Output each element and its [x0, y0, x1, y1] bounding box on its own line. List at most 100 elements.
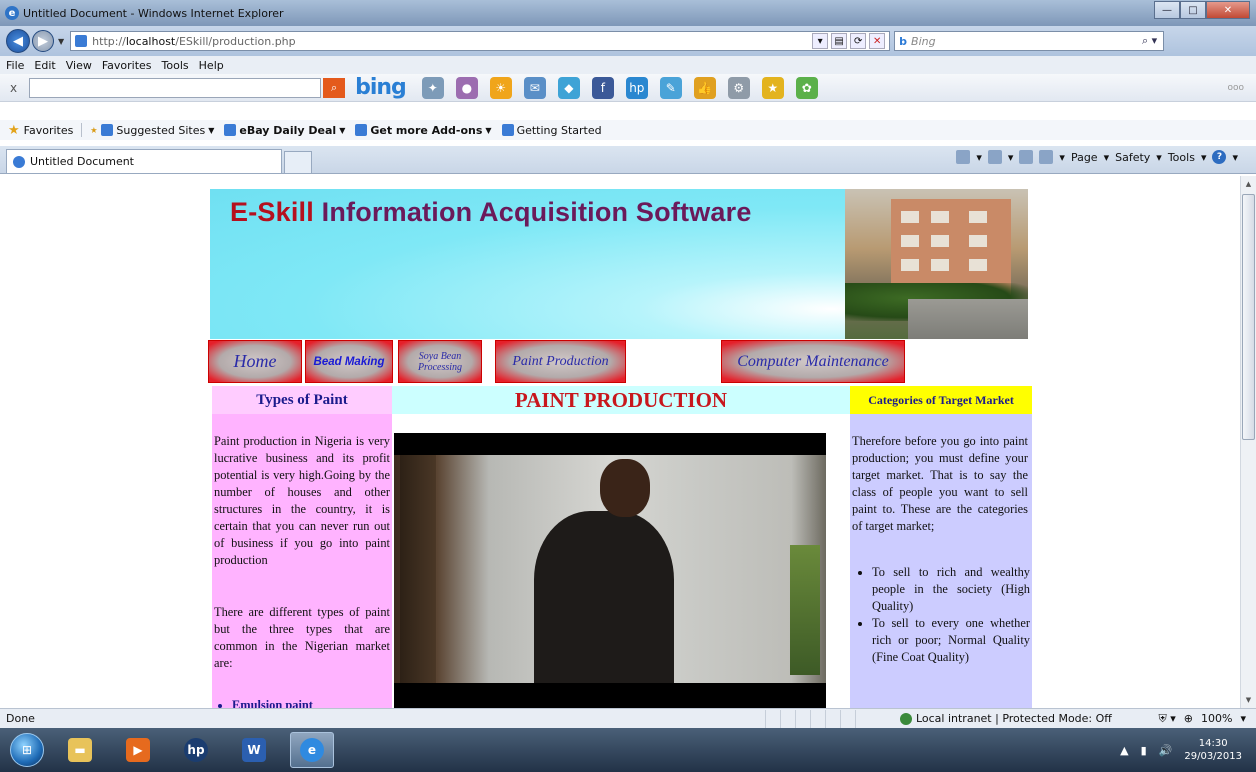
history-dropdown-icon[interactable]: ▼: [58, 37, 64, 46]
nav-home[interactable]: Home: [208, 340, 302, 383]
fav-ebay-daily-deal[interactable]: eBay Daily Deal ▼: [224, 124, 345, 137]
feeds-icon[interactable]: [987, 150, 1002, 164]
forward-button[interactable]: ▶: [32, 30, 54, 52]
menu-help[interactable]: Help: [199, 59, 224, 72]
address-bar[interactable]: http://localhost/ESkill/production.php ▾…: [70, 31, 891, 51]
start-button[interactable]: ⊞: [10, 733, 44, 767]
taskbar-hp[interactable]: hp: [174, 732, 218, 768]
tools-menu[interactable]: Tools: [1168, 151, 1195, 164]
news-icon[interactable]: ◆: [557, 76, 580, 99]
page-menu[interactable]: Page: [1071, 151, 1098, 164]
taskbar-explorer[interactable]: ▬: [58, 732, 102, 768]
fav-getting-started[interactable]: Getting Started: [501, 124, 602, 137]
print-dropdown-icon[interactable]: ▾: [1059, 151, 1065, 164]
url-scheme: http://: [92, 34, 126, 48]
menu-view[interactable]: View: [66, 59, 92, 72]
maximize-button[interactable]: □: [1180, 1, 1206, 19]
zoom-control[interactable]: ⛨ ▾ ⊕ 100% ▾: [1159, 712, 1246, 726]
chevron-down-icon: ▾: [1103, 150, 1110, 164]
vertical-scrollbar[interactable]: ▲ ▼: [1240, 176, 1256, 708]
chevron-down-icon: ▼: [208, 125, 215, 135]
games-icon[interactable]: ●: [455, 76, 478, 99]
clock-date: 29/03/2013: [1184, 751, 1242, 762]
scroll-down-icon[interactable]: ▼: [1241, 692, 1256, 708]
address-dropdown-icon[interactable]: ▾: [812, 33, 829, 49]
url-host: localhost: [125, 34, 176, 48]
compatibility-view-icon[interactable]: ▤: [831, 33, 848, 49]
mail-icon[interactable]: ✉: [523, 76, 546, 99]
search-icon[interactable]: ⌕ ▾: [1142, 34, 1157, 48]
refresh-icon[interactable]: ⟳: [850, 33, 867, 49]
like-icon[interactable]: 👍: [693, 76, 716, 99]
chevron-down-icon: ▼: [339, 125, 346, 135]
read-mail-icon[interactable]: [1019, 150, 1034, 164]
print-icon[interactable]: [1039, 150, 1054, 164]
security-zone[interactable]: Local intranet | Protected Mode: Off: [899, 712, 1112, 725]
weather-icon[interactable]: ☀: [489, 76, 512, 99]
stop-icon[interactable]: ✕: [869, 33, 886, 49]
menu-bar: File Edit View Favorites Tools Help: [0, 56, 1256, 74]
menu-file[interactable]: File: [6, 59, 24, 72]
menu-favorites[interactable]: Favorites: [102, 59, 152, 72]
tab-untitled-document[interactable]: Untitled Document: [6, 149, 282, 173]
nav-bead-making[interactable]: Bead Making: [305, 340, 393, 383]
nav-soya-bean-processing[interactable]: Soya Bean Processing: [398, 340, 482, 383]
list-item: To sell to rich and wealthy people in th…: [872, 564, 1030, 615]
toolbar-more-button[interactable]: ooo: [1227, 83, 1244, 93]
tools-icon[interactable]: ✎: [659, 76, 682, 99]
taskbar-internet-explorer[interactable]: e: [290, 732, 334, 768]
widgets-icon[interactable]: ⚙: [727, 76, 750, 99]
page-icon: [75, 35, 88, 47]
hp-icon[interactable]: hp: [625, 76, 648, 99]
favorites-button[interactable]: Favorites: [24, 124, 74, 137]
home-icon[interactable]: [956, 150, 971, 164]
safety-menu[interactable]: Safety: [1115, 151, 1150, 164]
help-dropdown-icon[interactable]: ▾: [1232, 151, 1238, 164]
help-icon[interactable]: ?: [1212, 150, 1227, 164]
toolbar-close-button[interactable]: x: [10, 81, 17, 95]
building-image: [891, 199, 1011, 295]
back-button[interactable]: ◀: [6, 29, 30, 53]
toolbar-search-input[interactable]: [29, 77, 322, 98]
menu-edit[interactable]: Edit: [34, 59, 55, 72]
volume-icon[interactable]: 🔊: [1159, 744, 1173, 757]
left-column: Types of Paint Paint production in Niger…: [212, 386, 392, 708]
page-viewport: E-Skill Information Acquisition Software…: [0, 176, 1240, 708]
search-box[interactable]: b Bing ⌕ ▾: [894, 31, 1165, 51]
menu-tools[interactable]: Tools: [162, 59, 189, 72]
fav-label: eBay Daily Deal: [239, 123, 337, 137]
toolbar-search-button[interactable]: ⌕: [323, 77, 346, 98]
window-title-bar: e Untitled Document - Windows Internet E…: [0, 0, 1256, 26]
facebook-icon[interactable]: f: [591, 76, 614, 99]
close-button[interactable]: ✕: [1206, 1, 1250, 19]
apps-icon[interactable]: ✿: [795, 76, 818, 99]
home-dropdown-icon[interactable]: ▾: [976, 151, 982, 164]
scroll-thumb[interactable]: [1242, 194, 1255, 440]
taskbar-word[interactable]: W: [232, 732, 276, 768]
maps-icon[interactable]: ✦: [421, 76, 444, 99]
stars-icon[interactable]: ★: [761, 76, 784, 99]
nav-computer-maintenance[interactable]: Computer Maintenance: [721, 340, 905, 383]
scroll-up-icon[interactable]: ▲: [1241, 176, 1256, 192]
paint-production-heading: PAINT PRODUCTION: [392, 386, 850, 414]
clock[interactable]: 14:30 29/03/2013: [1184, 737, 1242, 763]
search-placeholder: Bing: [911, 34, 936, 48]
video-player[interactable]: [394, 433, 826, 708]
nav-paint-production[interactable]: Paint Production: [495, 340, 626, 383]
minimize-button[interactable]: —: [1154, 1, 1180, 19]
person-body-image: [534, 511, 674, 683]
fav-suggested-sites[interactable]: Suggested Sites ▼: [101, 124, 214, 137]
taskbar-media-player[interactable]: ▶: [116, 732, 160, 768]
ie-page-icon: [355, 124, 368, 136]
feeds-dropdown-icon[interactable]: ▾: [1008, 151, 1014, 164]
protected-mode-icon[interactable]: ⛨ ▾: [1159, 712, 1176, 726]
add-favorite-icon[interactable]: ⭑: [90, 123, 97, 138]
fav-get-more-addons[interactable]: Get more Add-ons ▼: [355, 124, 492, 137]
nav-label: Bead Making: [313, 355, 385, 368]
favorites-star-icon[interactable]: ★: [8, 123, 20, 138]
bing-logo[interactable]: bing: [355, 75, 407, 100]
show-hidden-icons[interactable]: ▲: [1120, 744, 1128, 757]
new-tab-button[interactable]: [284, 151, 312, 173]
network-icon[interactable]: ▮: [1141, 744, 1147, 757]
address-url[interactable]: http://localhost/ESkill/production.php: [92, 35, 295, 48]
